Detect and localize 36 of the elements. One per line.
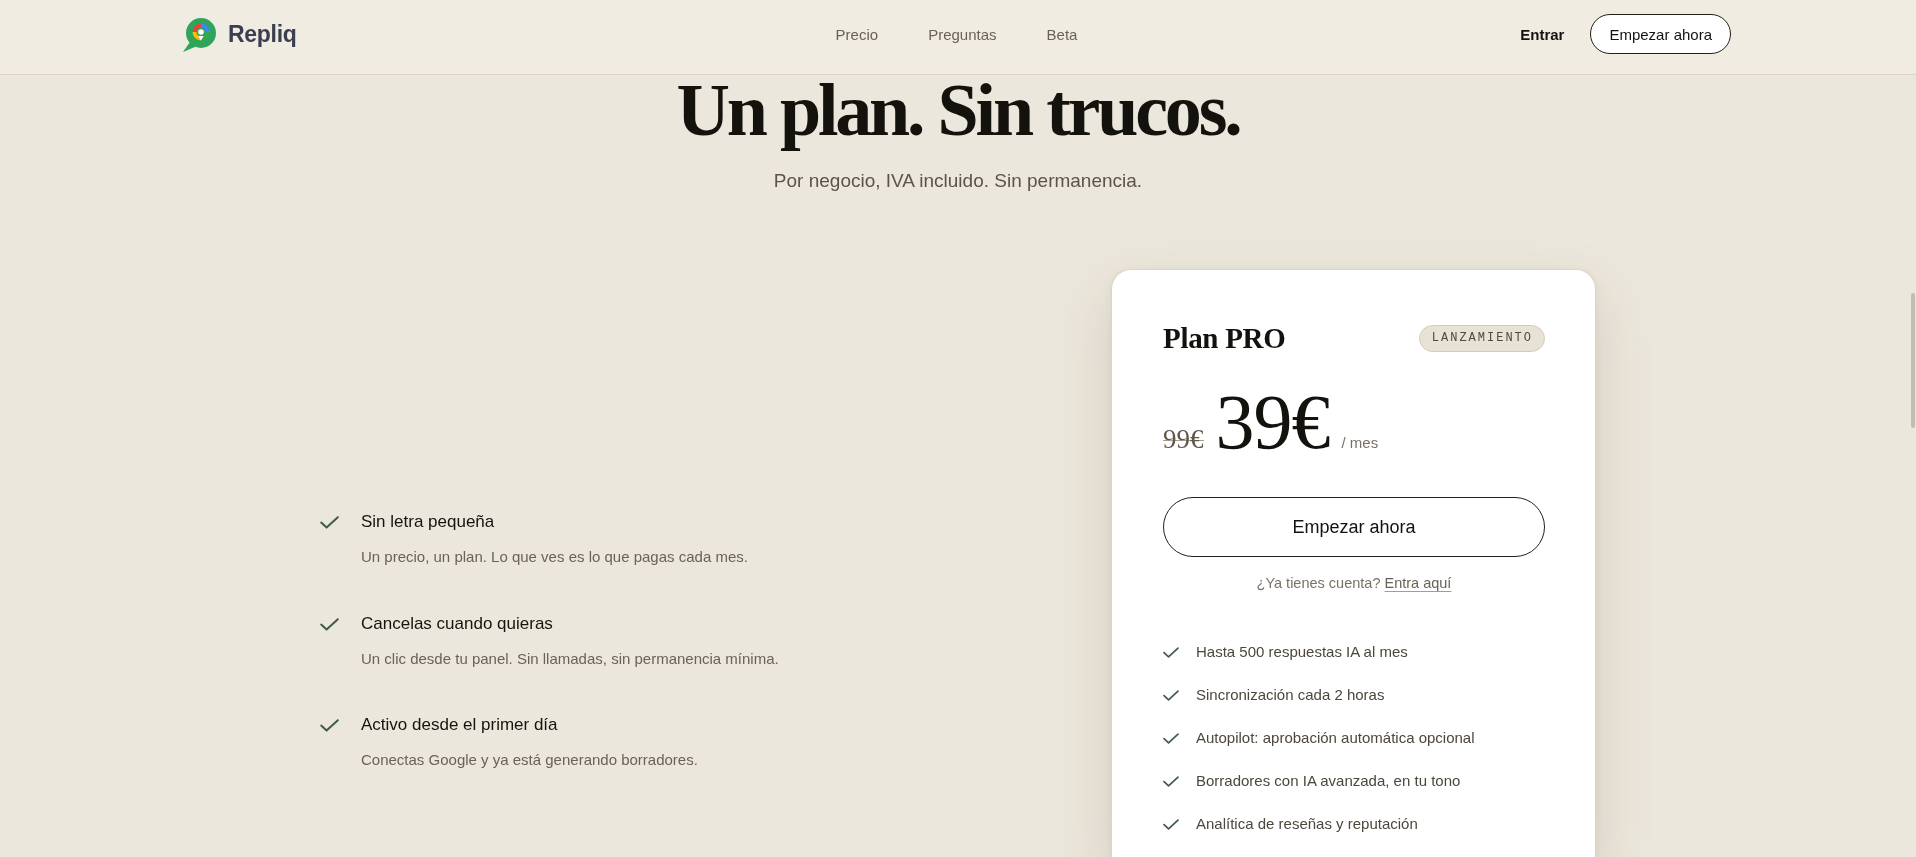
page-title: Un plan. Sin trucos. <box>675 75 1241 153</box>
plan-name: Plan PRO <box>1163 321 1286 356</box>
feature-text: Analítica de reseñas y reputación <box>1196 814 1418 834</box>
launch-badge: LANZAMIENTO <box>1418 325 1545 352</box>
price-period: / mes <box>1341 434 1379 451</box>
login-link[interactable]: Entra aquí <box>1384 575 1452 591</box>
login-prompt: ¿Ya tienes cuenta? Entra aquí <box>1255 574 1453 593</box>
feature-text: Borradores con IA avanzada, en tu tono <box>1196 771 1461 791</box>
feature-text: Sincronización cada 2 horas <box>1196 685 1385 705</box>
nav-link[interactable]: Preguntas <box>928 25 997 43</box>
benefit-description: Conectas Google y ya está generando borradores. <box>361 750 698 770</box>
check-icon <box>1163 646 1179 658</box>
check-icon <box>1163 689 1179 701</box>
check-icon <box>1163 818 1179 830</box>
check-icon <box>320 617 339 631</box>
check-icon <box>320 719 339 732</box>
benefit-title: Cancelas cuando quieras <box>361 612 554 635</box>
check-icon <box>1163 732 1179 744</box>
nav-link[interactable]: Beta <box>1046 25 1078 43</box>
start-now-button[interactable]: Empezar ahora <box>1163 497 1545 557</box>
nav-link[interactable]: Precio <box>835 25 879 43</box>
page-subtitle: Por negocio, IVA incluido. Sin permanencia. <box>773 169 1143 193</box>
brand-name[interactable]: Repliq <box>228 20 297 48</box>
benefit-description: Un clic desde tu panel. Sin llamadas, sin permanencia mínima. <box>361 648 779 669</box>
feature-text: Hasta 500 respuestas IA al mes <box>1196 642 1408 662</box>
speech-bubble-icon[interactable] <box>182 16 216 52</box>
benefit-title: Activo desde el primer día <box>361 714 559 736</box>
benefit-description: Un precio, un plan. Lo que ves es lo que pagas cada mes. <box>361 547 748 567</box>
sign-in-link[interactable]: Entrar <box>1520 25 1565 43</box>
check-icon <box>320 516 339 529</box>
price: 39€ <box>1215 383 1330 461</box>
check-icon <box>1163 775 1179 787</box>
feature-text: Autopilot: aprobación automática opcional <box>1196 728 1475 748</box>
benefit-title: Sin letra pequeña <box>361 511 496 533</box>
start-now-button[interactable]: Empezar ahora <box>1590 14 1731 54</box>
scrollbar-thumb[interactable] <box>1911 293 1915 428</box>
